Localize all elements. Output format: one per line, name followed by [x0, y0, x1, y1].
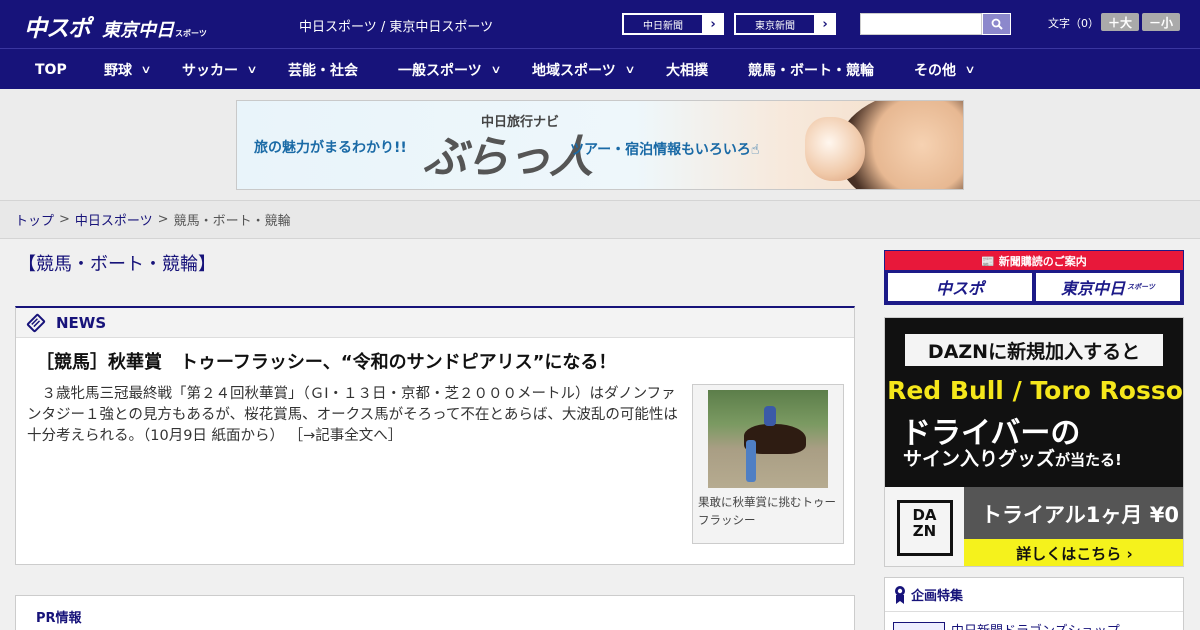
- groom-figure: [746, 440, 756, 482]
- search-input[interactable]: [860, 13, 982, 35]
- breadcrumb-section-link[interactable]: 中日スポーツ: [75, 210, 153, 229]
- ad-tagline-left: 旅の魅力がまるわかり!!: [254, 140, 407, 156]
- nav-item-top[interactable]: TOP: [35, 49, 67, 90]
- nav-label: サッカー: [182, 62, 238, 79]
- chevron-right-icon: ›: [710, 16, 716, 32]
- logo-chuspo[interactable]: 中スポ: [24, 9, 91, 43]
- dazn-sign-main: サイン入りグッズ: [903, 448, 1056, 470]
- news-photo[interactable]: [708, 390, 828, 488]
- tokyo-shimbun-label: 東京新聞: [735, 14, 815, 34]
- font-larger-button[interactable]: ＋大: [1101, 13, 1139, 31]
- dazn-redbull-text: Red Bull / Toro Rosso: [887, 376, 1183, 405]
- font-size-label: 文字（0）: [1048, 17, 1099, 30]
- nav-item-regional-sports[interactable]: 地域スポーツ ∨: [532, 49, 636, 90]
- ad-brand-logo: ぶらっ人: [423, 132, 593, 183]
- subscribe-chuspo-button[interactable]: 中スポ: [888, 273, 1032, 301]
- subscribe-chuspo-label: 中スポ: [935, 279, 984, 298]
- news-label: NEWS: [56, 313, 107, 332]
- search-icon: [991, 18, 1003, 30]
- news-icon: [26, 313, 46, 332]
- chevron-down-icon: ∨: [624, 63, 636, 76]
- nav-item-other[interactable]: その他 ∨: [914, 49, 976, 90]
- ad-tagline-right: ツアー・宿泊情報もいろいろ☝: [570, 142, 760, 158]
- pr-label: PR情報: [36, 611, 82, 626]
- dazn-bottom: DA ZN トライアル1ヶ月 ¥0 詳しくはこちら ›: [885, 487, 1183, 566]
- chunichi-shimbun-button[interactable]: 中日新聞 ›: [622, 13, 724, 35]
- dazn-sign-suffix: が当たる!: [1055, 451, 1122, 469]
- news-box: NEWS ［競馬］秋華賞 トゥーフラッシー、“令和のサンドピアリス”になる！ ３…: [15, 306, 855, 565]
- nav-item-keiba-boat-keirin[interactable]: 競馬・ボート・競輪: [748, 49, 874, 90]
- nav-item-soccer[interactable]: サッカー ∨: [182, 49, 258, 90]
- dazn-sign-text: サイン入りグッズが当たる!: [903, 444, 1122, 471]
- nav-label: TOP: [35, 61, 67, 78]
- news-headline[interactable]: ［競馬］秋華賞 トゥーフラッシー、“令和のサンドピアリス”になる！: [36, 348, 616, 374]
- top-header: 中スポ 東京中日 スポーツ 中日スポーツ / 東京中日スポーツ 中日新聞 › 東…: [0, 0, 1200, 48]
- font-smaller-button[interactable]: －小: [1142, 13, 1180, 31]
- breadcrumb-current: 競馬・ボート・競輪: [173, 214, 291, 229]
- dazn-logo-text: DA ZN: [896, 499, 953, 556]
- nav-label: 地域スポーツ: [532, 62, 616, 79]
- breadcrumb-separator: >: [59, 212, 70, 227]
- feature-item-link[interactable]: 中日新聞ドラゴンズショップ: [951, 620, 1120, 630]
- breadcrumb: トップ > 中日スポーツ > 競馬・ボート・競輪: [0, 201, 1200, 239]
- dazn-cta-button[interactable]: 詳しくはこちら ›: [964, 539, 1183, 566]
- nav-label: 一般スポーツ: [398, 62, 482, 79]
- dazn-trial-text: トライアル1ヶ月 ¥0: [981, 503, 1179, 527]
- dazn-topline: DAZNに新規加入すると: [905, 334, 1163, 366]
- subscription-ad[interactable]: 📰 新聞購読のご案内 中スポ 東京中日 スポーツ: [884, 250, 1184, 305]
- photo-caption: 果敢に秋華賞に挑むトゥーフラッシー: [698, 495, 836, 527]
- nav-label: 大相撲: [666, 62, 708, 79]
- chevron-down-icon: ∨: [490, 63, 502, 76]
- nav-item-general-sports[interactable]: 一般スポーツ ∨: [398, 49, 502, 90]
- chunichi-shimbun-label: 中日新聞: [623, 14, 703, 34]
- nav-item-sumo[interactable]: 大相撲: [666, 49, 708, 90]
- banner-area: 旅の魅力がまるわかり!! 中日旅行ナビ ぶらっ人 ツアー・宿泊情報もいろいろ☝: [0, 89, 1200, 201]
- logo-tokyo-chunichi[interactable]: 東京中日: [102, 16, 174, 42]
- read-more-link[interactable]: ［→記事全文へ］: [289, 428, 403, 444]
- chevron-right-icon: ›: [822, 16, 828, 32]
- nav-label: その他: [914, 62, 956, 79]
- breadcrumb-home-link[interactable]: トップ: [15, 210, 54, 229]
- chevron-down-icon: ∨: [140, 63, 152, 76]
- nav-item-baseball[interactable]: 野球 ∨: [104, 49, 152, 90]
- ribbon-icon: [895, 585, 905, 604]
- pr-box: PR情報: [15, 595, 855, 630]
- dazn-ad[interactable]: DAZNに新規加入すると Red Bull / Toro Rosso ドライバー…: [884, 317, 1184, 567]
- page-title: 【競馬・ボート・競輪】: [18, 254, 216, 275]
- logo-tokyo-sub: スポーツ: [175, 29, 207, 38]
- nav-item-entertainment[interactable]: 芸能・社会: [288, 49, 358, 90]
- breadcrumb-separator: >: [157, 212, 169, 227]
- feature-header: 企画特集: [885, 578, 1183, 612]
- main-nav: TOP 野球 ∨ サッカー ∨ 芸能・社会 一般スポーツ ∨ 地域スポーツ ∨ …: [0, 48, 1200, 89]
- subscribe-tokyo-label: 東京中日: [1061, 279, 1126, 298]
- feature-thumbnail[interactable]: [893, 622, 945, 630]
- news-summary: ３歳牝馬三冠最終戦「第２４回秋華賞」（ＧⅠ・１３日・京都・芝２０００メートル）は…: [27, 384, 687, 447]
- subscribe-tokyo-sub: スポーツ: [1127, 283, 1155, 291]
- nav-label: 野球: [104, 62, 132, 79]
- subscription-strip: 📰 新聞購読のご案内: [885, 251, 1183, 270]
- nav-label: 芸能・社会: [288, 62, 358, 79]
- travel-ad-banner[interactable]: 旅の魅力がまるわかり!! 中日旅行ナビ ぶらっ人 ツアー・宿泊情報もいろいろ☝: [236, 100, 964, 190]
- feature-box: 企画特集 中日新聞ドラゴンズショップ: [884, 577, 1184, 630]
- site-links[interactable]: 中日スポーツ / 東京中日スポーツ: [299, 16, 493, 35]
- search-button[interactable]: [982, 13, 1011, 35]
- subscribe-tokyo-chunichi-button[interactable]: 東京中日 スポーツ: [1036, 273, 1180, 301]
- news-header: NEWS: [16, 308, 854, 338]
- tokyo-shimbun-button[interactable]: 東京新聞 ›: [734, 13, 836, 35]
- feature-label: 企画特集: [911, 589, 964, 604]
- dazn-logo: DA ZN: [885, 487, 964, 566]
- site-logo[interactable]: 中スポ 東京中日 スポーツ: [24, 9, 207, 42]
- chevron-down-icon: ∨: [246, 63, 258, 76]
- chevron-down-icon: ∨: [964, 63, 976, 76]
- nav-label: 競馬・ボート・競輪: [748, 62, 874, 79]
- rider-figure: [764, 406, 776, 426]
- news-photo-box[interactable]: 果敢に秋華賞に挑むトゥーフラッシー: [692, 384, 844, 544]
